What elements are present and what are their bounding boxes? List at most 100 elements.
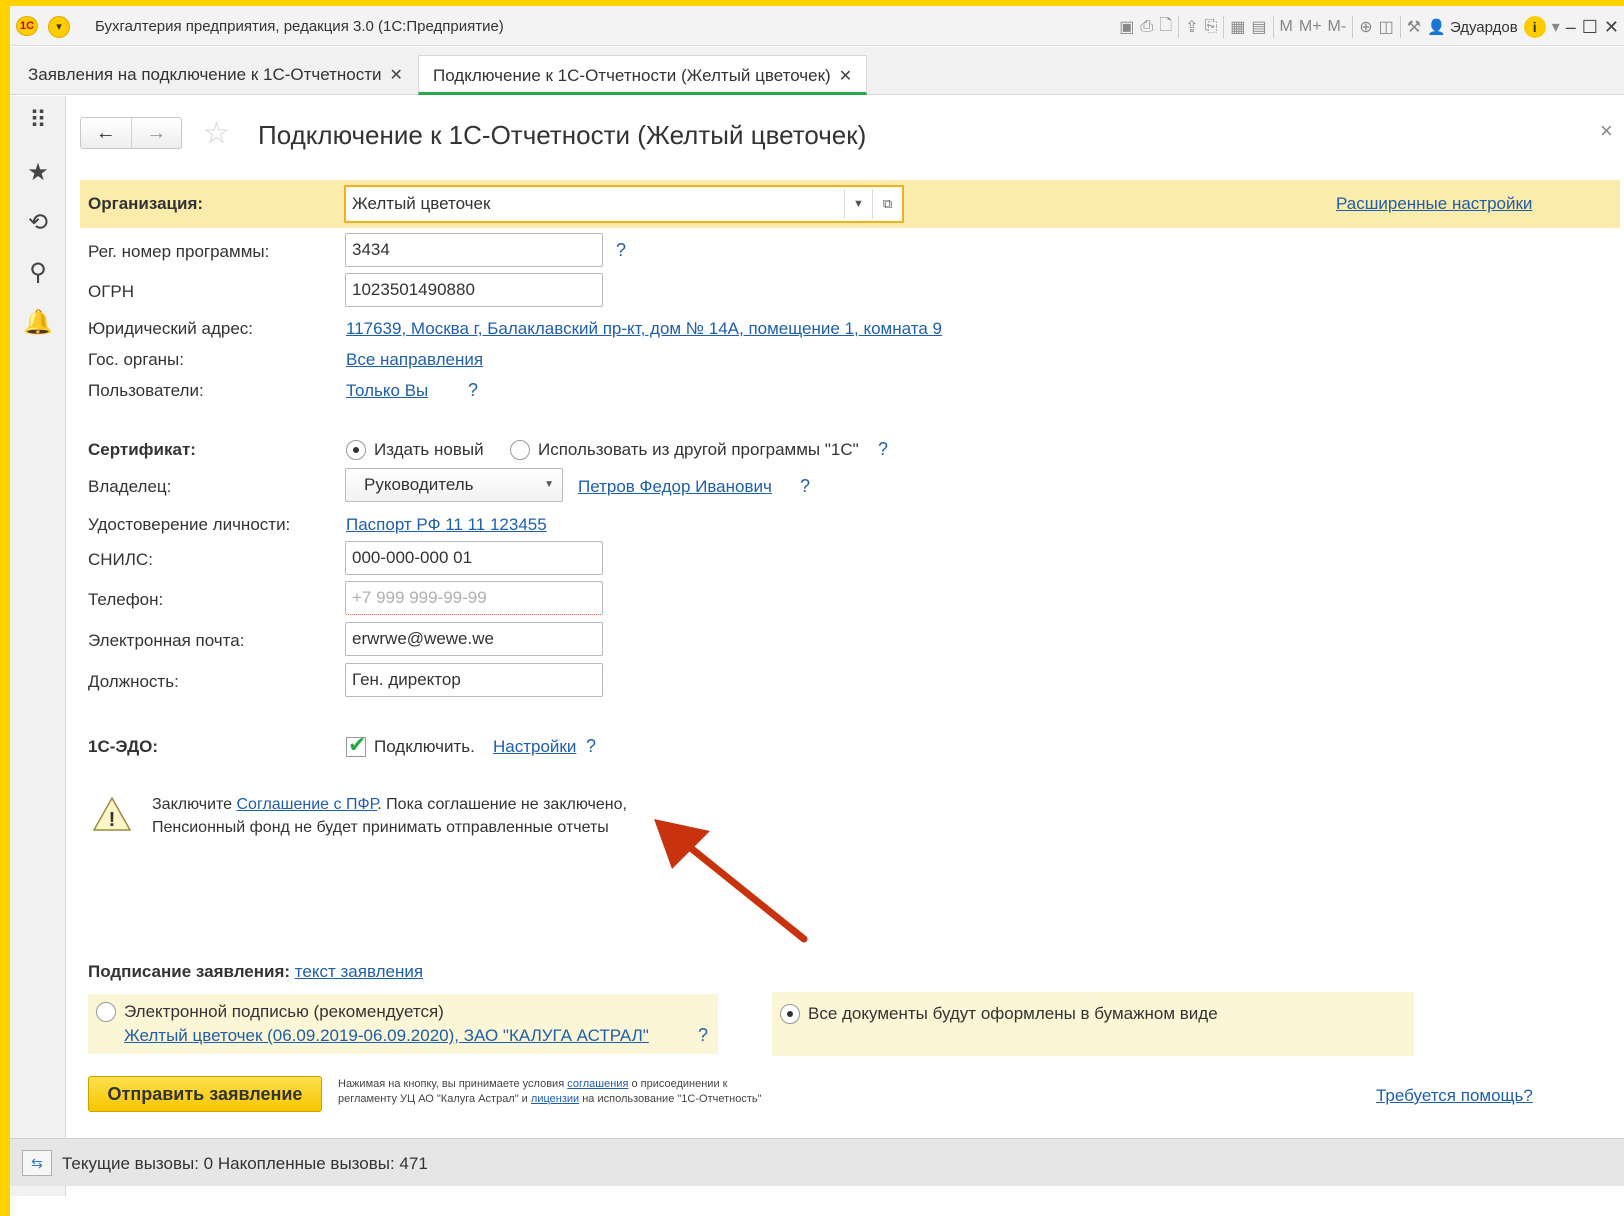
app-logo-icon[interactable]: 1С <box>16 16 38 36</box>
calculator-icon[interactable]: ▦ <box>1230 17 1245 37</box>
digital-signature-label[interactable]: Электронной подписью (рекомендуется) <box>124 1002 444 1022</box>
tab-applications[interactable]: Заявления на подключение к 1С-Отчетности… <box>14 55 417 95</box>
warning-line2: Пенсионный фонд не будет принимать отпра… <box>152 819 609 836</box>
form-content: ← → ☆ Подключение к 1С-Отчетности (Желты… <box>66 96 1624 1136</box>
memory-mminus-button[interactable]: M- <box>1328 18 1347 36</box>
notifications-bell-icon[interactable]: 🔔 <box>10 308 66 337</box>
paper-label[interactable]: Все документы будут оформлены в бумажном… <box>808 1004 1218 1024</box>
owner-help[interactable]: ? <box>800 476 810 497</box>
preview-icon[interactable]: 🗋 <box>1159 14 1172 41</box>
scan-icon[interactable]: ⎘ <box>1204 18 1217 36</box>
pfr-agreement-link[interactable]: Соглашение с ПФР <box>237 796 378 813</box>
organization-value: Желтый цветочек <box>352 194 491 213</box>
gov-label: Гос. органы: <box>88 350 184 369</box>
tab-label: Заявления на подключение к 1С-Отчетности <box>28 65 382 84</box>
certificate-other-label[interactable]: Использовать из другой программы "1С" <box>538 440 859 460</box>
close-icon[interactable]: × <box>1600 118 1613 144</box>
identity-label: Удостоверение личности: <box>88 515 291 534</box>
email-label: Электронная почта: <box>88 631 245 650</box>
email-field[interactable]: erwrwe@wewe.we <box>345 622 603 656</box>
snils-label: СНИЛС: <box>88 550 153 569</box>
memory-mplus-button[interactable]: M+ <box>1299 18 1322 36</box>
agreement-link[interactable]: соглашения <box>567 1078 628 1090</box>
favorites-star-icon[interactable]: ★ <box>10 158 66 187</box>
edo-checkbox-label[interactable]: Подключить. <box>374 737 475 757</box>
status-text: Текущие вызовы: 0 Накопленные вызовы: 47… <box>62 1154 428 1173</box>
terms-p1: Нажимая на кнопку, вы принимаете условия <box>338 1078 565 1090</box>
send-application-button[interactable]: Отправить заявление <box>88 1076 322 1112</box>
digital-signature-help[interactable]: ? <box>698 1025 708 1046</box>
open-icon[interactable]: ⧉ <box>872 189 902 219</box>
chevron-down-icon[interactable]: ▾ <box>1552 17 1560 37</box>
tools-icon[interactable]: ⚒ <box>1407 17 1421 37</box>
certificate-new-label[interactable]: Издать новый <box>374 440 484 460</box>
warning-prefix: Заключите <box>152 796 233 813</box>
main-menu-button[interactable]: ▾ <box>48 16 70 38</box>
title-bar: 1С ▾ Бухгалтерия предприятия, редакция 3… <box>10 6 1624 46</box>
zoom-icon[interactable]: ⊕ <box>1359 17 1372 37</box>
ogrn-field[interactable]: 1023501490880 <box>345 273 603 307</box>
address-link[interactable]: 117639, Москва г, Балаклавский пр-кт, до… <box>346 319 942 339</box>
back-arrow-icon[interactable]: ← <box>81 118 131 148</box>
info-icon[interactable]: i <box>1523 16 1546 38</box>
identity-link[interactable]: Паспорт РФ 11 11 123455 <box>346 515 547 535</box>
reg-number-help[interactable]: ? <box>616 240 626 261</box>
application-text-link[interactable]: текст заявления <box>295 962 423 981</box>
users-link[interactable]: Только Вы <box>346 381 428 401</box>
history-icon[interactable]: ⟲ <box>10 208 66 237</box>
edo-settings-link[interactable]: Настройки <box>493 737 576 757</box>
chevron-down-icon[interactable]: ▼ <box>844 189 872 219</box>
minimize-icon[interactable]: – <box>1566 17 1576 38</box>
position-field[interactable]: Ген. директор <box>345 663 603 697</box>
search-icon[interactable]: ⚲ <box>10 258 66 287</box>
advanced-settings-link[interactable]: Расширенные настройки <box>1336 194 1532 214</box>
separator <box>1178 16 1180 38</box>
gov-link[interactable]: Все направления <box>346 350 483 370</box>
chevron-down-icon: ▼ <box>544 479 554 490</box>
maximize-icon[interactable]: ☐ <box>1582 17 1598 38</box>
close-icon[interactable]: ✕ <box>839 68 852 85</box>
snils-field[interactable]: 000-000-000 01 <box>345 541 603 575</box>
terms-p4: на использование "1С-Отчетность" <box>582 1093 762 1105</box>
user-name[interactable]: 👤 Эдуардов <box>1427 18 1518 36</box>
tab-connection[interactable]: Подключение к 1С-Отчетности (Желтый цвет… <box>418 55 868 95</box>
memory-m-button[interactable]: M <box>1280 18 1293 36</box>
save-icon[interactable]: ▣ <box>1119 17 1134 37</box>
edo-checkbox[interactable] <box>346 732 366 758</box>
calendar-icon[interactable]: ▤ <box>1251 17 1266 37</box>
address-label: Юридический адрес: <box>88 319 254 338</box>
certificate-help[interactable]: ? <box>878 439 888 460</box>
organization-field[interactable]: Желтый цветочек ▼ ⧉ <box>344 185 904 223</box>
help-link[interactable]: Требуется помощь? <box>1376 1086 1533 1106</box>
certificate-other-radio[interactable] <box>510 440 530 460</box>
edo-help[interactable]: ? <box>586 736 596 757</box>
certificate-new-radio[interactable] <box>346 440 366 460</box>
digital-signature-radio[interactable] <box>96 1002 116 1022</box>
users-help[interactable]: ? <box>468 380 478 401</box>
print-icon[interactable]: ⎙ <box>1140 18 1153 36</box>
paper-option <box>772 992 1414 1056</box>
owner-person-link[interactable]: Петров Федор Иванович <box>578 477 772 497</box>
favorite-star-icon[interactable]: ☆ <box>203 116 230 151</box>
close-window-icon[interactable]: ✕ <box>1604 17 1619 38</box>
reg-number-field[interactable]: 3434 <box>345 233 603 267</box>
upload-icon[interactable]: ⇪ <box>1185 17 1198 37</box>
separator <box>1223 16 1225 38</box>
calls-icon[interactable]: ⇆ <box>22 1150 52 1176</box>
license-link[interactable]: лицензии <box>531 1093 579 1105</box>
pfr-warning: Заключите Соглашение с ПФР. Пока соглаше… <box>152 793 627 839</box>
phone-field[interactable]: +7 999 999-99-99 <box>345 581 603 615</box>
sections-grid-icon[interactable]: ⠿ <box>10 106 66 135</box>
forward-arrow-icon[interactable]: → <box>130 118 182 148</box>
terms-text: Нажимая на кнопку, вы принимаете условия… <box>338 1077 858 1107</box>
owner-role-select[interactable]: Руководитель ▼ <box>345 468 563 502</box>
app-window: 1С ▾ Бухгалтерия предприятия, редакция 3… <box>10 6 1624 1216</box>
digital-cert-link[interactable]: Желтый цветочек (06.09.2019-06.09.2020),… <box>124 1026 649 1046</box>
user-label: Эдуардов <box>1449 19 1518 36</box>
window-title: Бухгалтерия предприятия, редакция 3.0 (1… <box>95 18 504 35</box>
annotation-arrow <box>654 819 808 943</box>
close-icon[interactable]: ✕ <box>390 67 403 84</box>
paper-radio[interactable] <box>780 1004 800 1024</box>
terms-p2: о присоединении к <box>631 1078 728 1090</box>
panel-icon[interactable]: ◫ <box>1379 17 1394 37</box>
